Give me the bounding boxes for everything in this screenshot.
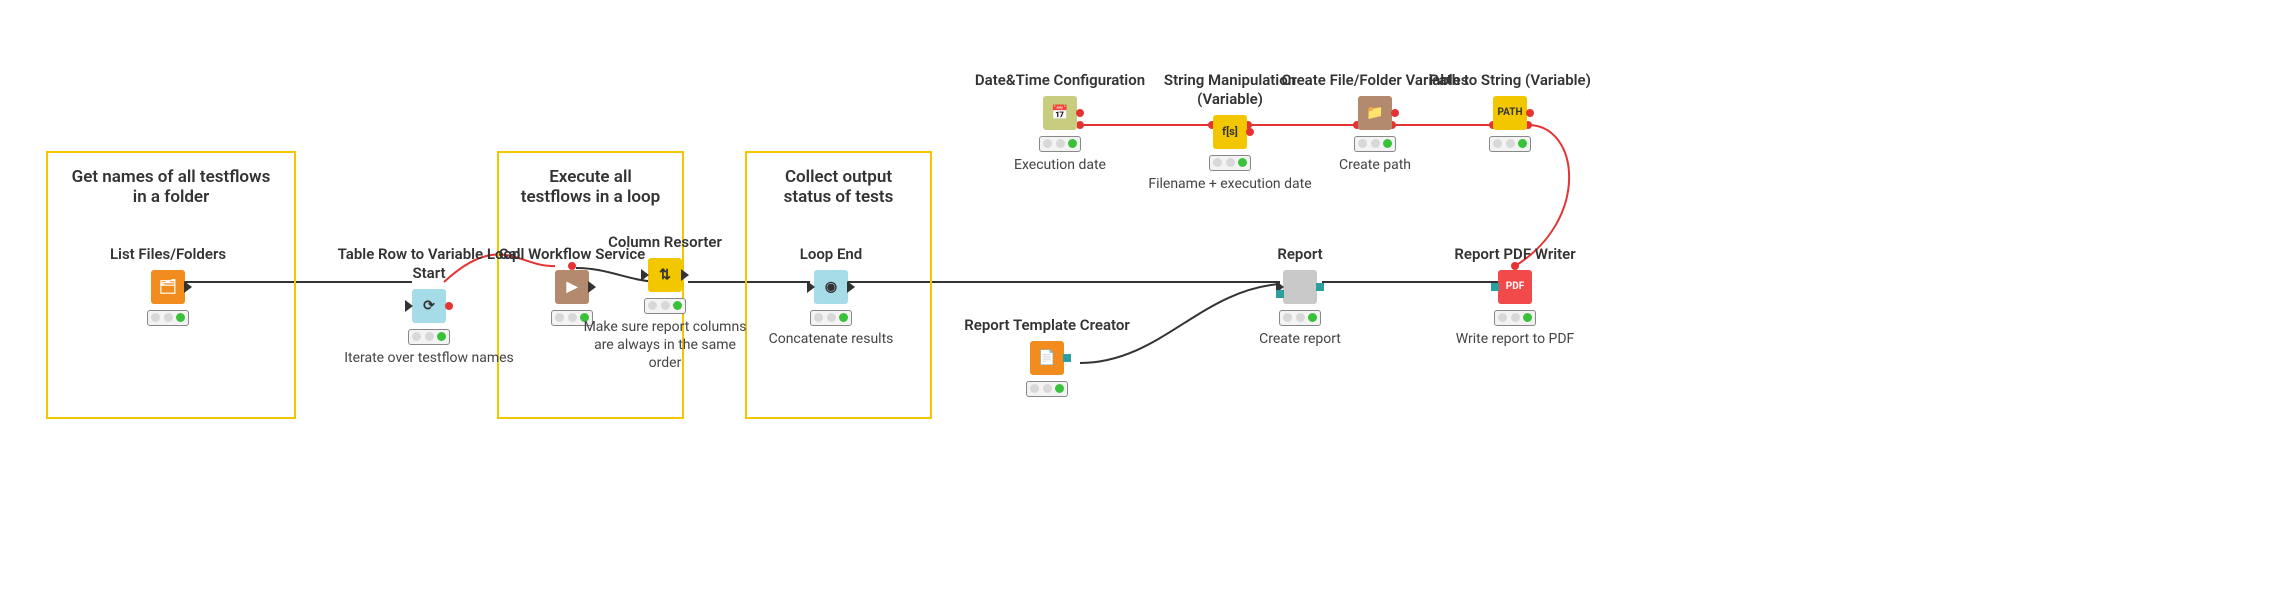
node-desc: Write report to PDF [1415,330,1615,348]
node-title: Report [1200,245,1400,264]
node-desc: Make sure report columns are always in t… [580,318,750,373]
node-desc: Filename + execution date [1130,175,1330,193]
annotation-title: Execute all testflows in a loop [499,153,682,207]
node-desc: Create path [1275,156,1475,174]
annotation-title: Get names of all testflows in a folder [48,153,294,207]
traffic-light [1039,136,1081,152]
loop-start-icon: ⟳ [412,289,446,323]
node-loop-end[interactable]: Loop End ◉ Concatenate results [731,245,931,348]
report-icon [1283,270,1317,304]
folder-var-icon: 📁 [1358,96,1392,130]
node-desc: Iterate over testflow names [329,349,529,367]
node-list-files[interactable]: List Files/Folders 🗂 [68,245,268,330]
string-icon: f[s] [1213,115,1247,149]
node-desc: Create report [1200,330,1400,348]
node-title: Column Resorter [580,233,750,252]
calendar-icon: 📅 [1043,96,1077,130]
traffic-light [1209,155,1251,171]
path-icon: PATH [1493,96,1527,130]
traffic-light [1279,310,1321,326]
node-desc: Concatenate results [731,330,931,348]
node-title: Path to String (Variable) [1410,71,1610,90]
traffic-light [1026,381,1068,397]
traffic-light [810,310,852,326]
node-template-creator[interactable]: Report Template Creator 📄 [962,316,1132,401]
loop-end-icon: ◉ [814,270,848,304]
traffic-light [408,329,450,345]
traffic-light [1494,310,1536,326]
files-icon: 🗂 [151,270,185,304]
node-title: List Files/Folders [68,245,268,264]
pdf-icon: PDF [1498,270,1532,304]
node-report[interactable]: Report Create report [1200,245,1400,348]
traffic-light [1354,136,1396,152]
traffic-light [644,298,686,314]
annotation-title: Collect output status of tests [747,153,930,207]
template-icon: 📄 [1030,341,1064,375]
node-path-to-string[interactable]: Path to String (Variable) PATH [1410,71,1610,156]
traffic-light [1489,136,1531,152]
node-title: Report Template Creator [962,316,1132,335]
node-pdf-writer[interactable]: Report PDF Writer PDF Write report to PD… [1415,245,1615,348]
node-column-resorter[interactable]: Column Resorter ⇅ Make sure report colum… [580,233,750,372]
resorter-icon: ⇅ [648,258,682,292]
node-title: Loop End [731,245,931,264]
traffic-light [147,310,189,326]
